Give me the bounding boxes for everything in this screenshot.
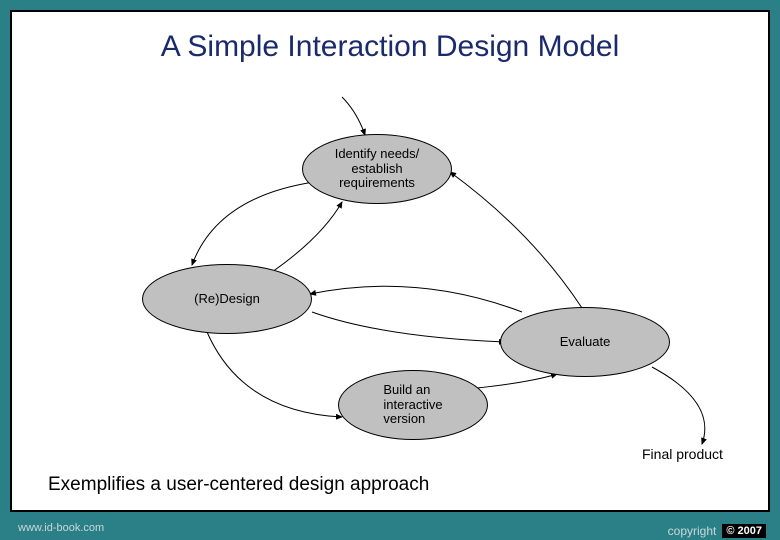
copyright-badge: © 2007 xyxy=(722,524,766,538)
copyright-text: copyright xyxy=(668,524,717,538)
node-label: (Re)Design xyxy=(194,292,260,307)
node-build-interactive-version: Build an interactive version xyxy=(338,370,488,440)
node-label: Identify needs/ establish requirements xyxy=(335,147,420,192)
label-final-product: Final product xyxy=(642,446,723,462)
node-evaluate: Evaluate xyxy=(500,307,670,377)
slide-title: A Simple Interaction Design Model xyxy=(12,30,768,64)
node-redesign: (Re)Design xyxy=(142,264,312,334)
node-label: Evaluate xyxy=(560,335,611,350)
footer-url: www.id-book.com xyxy=(18,522,104,534)
slide-caption: Exemplifies a user-centered design appro… xyxy=(48,474,429,496)
slide-body: A Simple Interaction Design Model Identi… xyxy=(10,10,770,512)
footer-copyright: copyright © 2007 xyxy=(668,524,766,538)
node-label: Build an interactive version xyxy=(383,383,442,428)
node-identify-needs: Identify needs/ establish requirements xyxy=(302,134,452,204)
